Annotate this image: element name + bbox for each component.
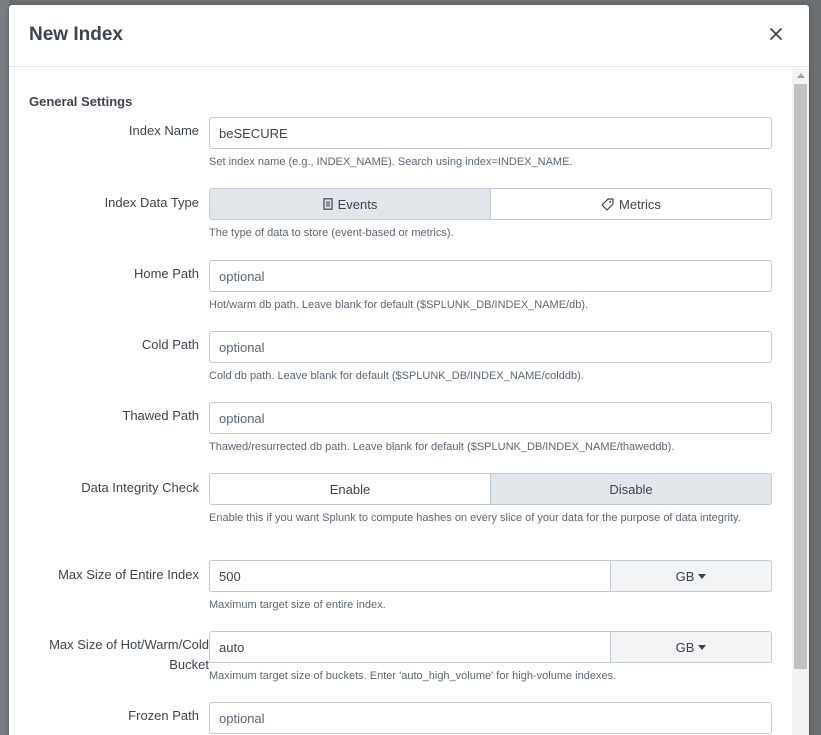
metrics-option-button[interactable]: Metrics (490, 189, 771, 219)
cold-path-label: Cold Path (141, 337, 199, 352)
document-icon (323, 198, 333, 210)
frozen-path-label: Frozen Path (128, 708, 199, 723)
max-size-index-unit-label: GB (675, 568, 695, 584)
index-data-type-help: The type of data to store (event-based o… (209, 227, 454, 239)
max-size-bucket-input[interactable] (209, 631, 611, 663)
enable-option-label: Enable (329, 481, 371, 497)
home-path-control: Hot/warm db path. Leave blank for defaul… (209, 260, 772, 313)
close-icon (770, 28, 782, 40)
enable-option-button[interactable]: Enable (210, 474, 490, 504)
events-option-button[interactable]: Events (210, 189, 490, 219)
index-name-control: Set index name (e.g., INDEX_NAME). Searc… (209, 117, 772, 170)
max-size-bucket-help: Maximum target size of buckets. Enter 'a… (209, 670, 617, 682)
max-size-bucket-control: GB Maximum target size of buckets. Enter… (209, 631, 772, 684)
data-integrity-help: Enable this if you want Splunk to comput… (209, 512, 741, 524)
caret-down-icon (698, 573, 707, 579)
max-size-bucket-unit-select[interactable]: GB (611, 631, 772, 663)
data-integrity-toggle: Enable Disable (209, 473, 772, 505)
new-index-modal: New Index General Settings Index Name Se… (9, 5, 809, 735)
scrollbar-thumb[interactable] (794, 84, 807, 669)
modal-header: New Index (9, 5, 809, 67)
frozen-path-input[interactable] (209, 702, 772, 734)
index-data-type-toggle: Events Metrics (209, 188, 772, 220)
thawed-path-input[interactable] (209, 402, 772, 434)
max-size-index-combo: GB (209, 560, 772, 592)
max-size-bucket-combo: GB (209, 631, 772, 663)
index-data-type-control: Events Metrics The type of data to store… (209, 188, 772, 241)
close-button[interactable] (767, 25, 785, 43)
data-integrity-control: Enable Disable Enable this if you want S… (209, 473, 772, 526)
events-option-label: Events (337, 196, 378, 212)
section-title-general-settings: General Settings (29, 94, 133, 109)
caret-down-icon (698, 644, 707, 650)
metrics-option-label: Metrics (619, 196, 661, 212)
max-size-index-help: Maximum target size of entire index. (209, 599, 386, 611)
index-name-label: Index Name (128, 123, 199, 138)
modal-title: New Index (29, 24, 123, 45)
max-size-bucket-label: Max Size of Hot/Warm/Cold Bucket (49, 637, 209, 672)
cold-path-input[interactable] (209, 331, 772, 363)
home-path-input[interactable] (209, 260, 772, 292)
home-path-label: Home Path (133, 266, 199, 281)
cold-path-control: Cold db path. Leave blank for default ($… (209, 331, 772, 384)
data-integrity-label: Data Integrity Check (81, 480, 199, 495)
thawed-path-label: Thawed Path (122, 408, 199, 423)
home-path-help: Hot/warm db path. Leave blank for defaul… (209, 299, 589, 311)
frozen-path-control (209, 702, 772, 734)
max-size-bucket-unit-label: GB (675, 639, 695, 655)
vertical-scrollbar[interactable] (792, 68, 809, 735)
tag-icon (601, 197, 614, 211)
disable-option-button[interactable]: Disable (490, 474, 771, 504)
max-size-index-unit-select[interactable]: GB (611, 560, 772, 592)
max-size-index-label: Max Size of Entire Index (58, 567, 199, 582)
index-name-input[interactable] (209, 117, 772, 149)
cold-path-help: Cold db path. Leave blank for default ($… (209, 370, 584, 382)
disable-option-label: Disable (609, 481, 653, 497)
thawed-path-help: Thawed/resurrected db path. Leave blank … (209, 441, 675, 453)
index-data-type-label: Index Data Type (104, 195, 199, 210)
max-size-index-control: GB Maximum target size of entire index. (209, 560, 772, 613)
index-name-help: Set index name (e.g., INDEX_NAME). Searc… (209, 156, 573, 168)
max-size-index-input[interactable] (209, 560, 611, 592)
thawed-path-control: Thawed/resurrected db path. Leave blank … (209, 402, 772, 455)
background-page (0, 0, 9, 735)
scroll-up-arrow-icon[interactable] (797, 73, 805, 78)
modal-body: General Settings Index Name Set index na… (9, 68, 792, 735)
